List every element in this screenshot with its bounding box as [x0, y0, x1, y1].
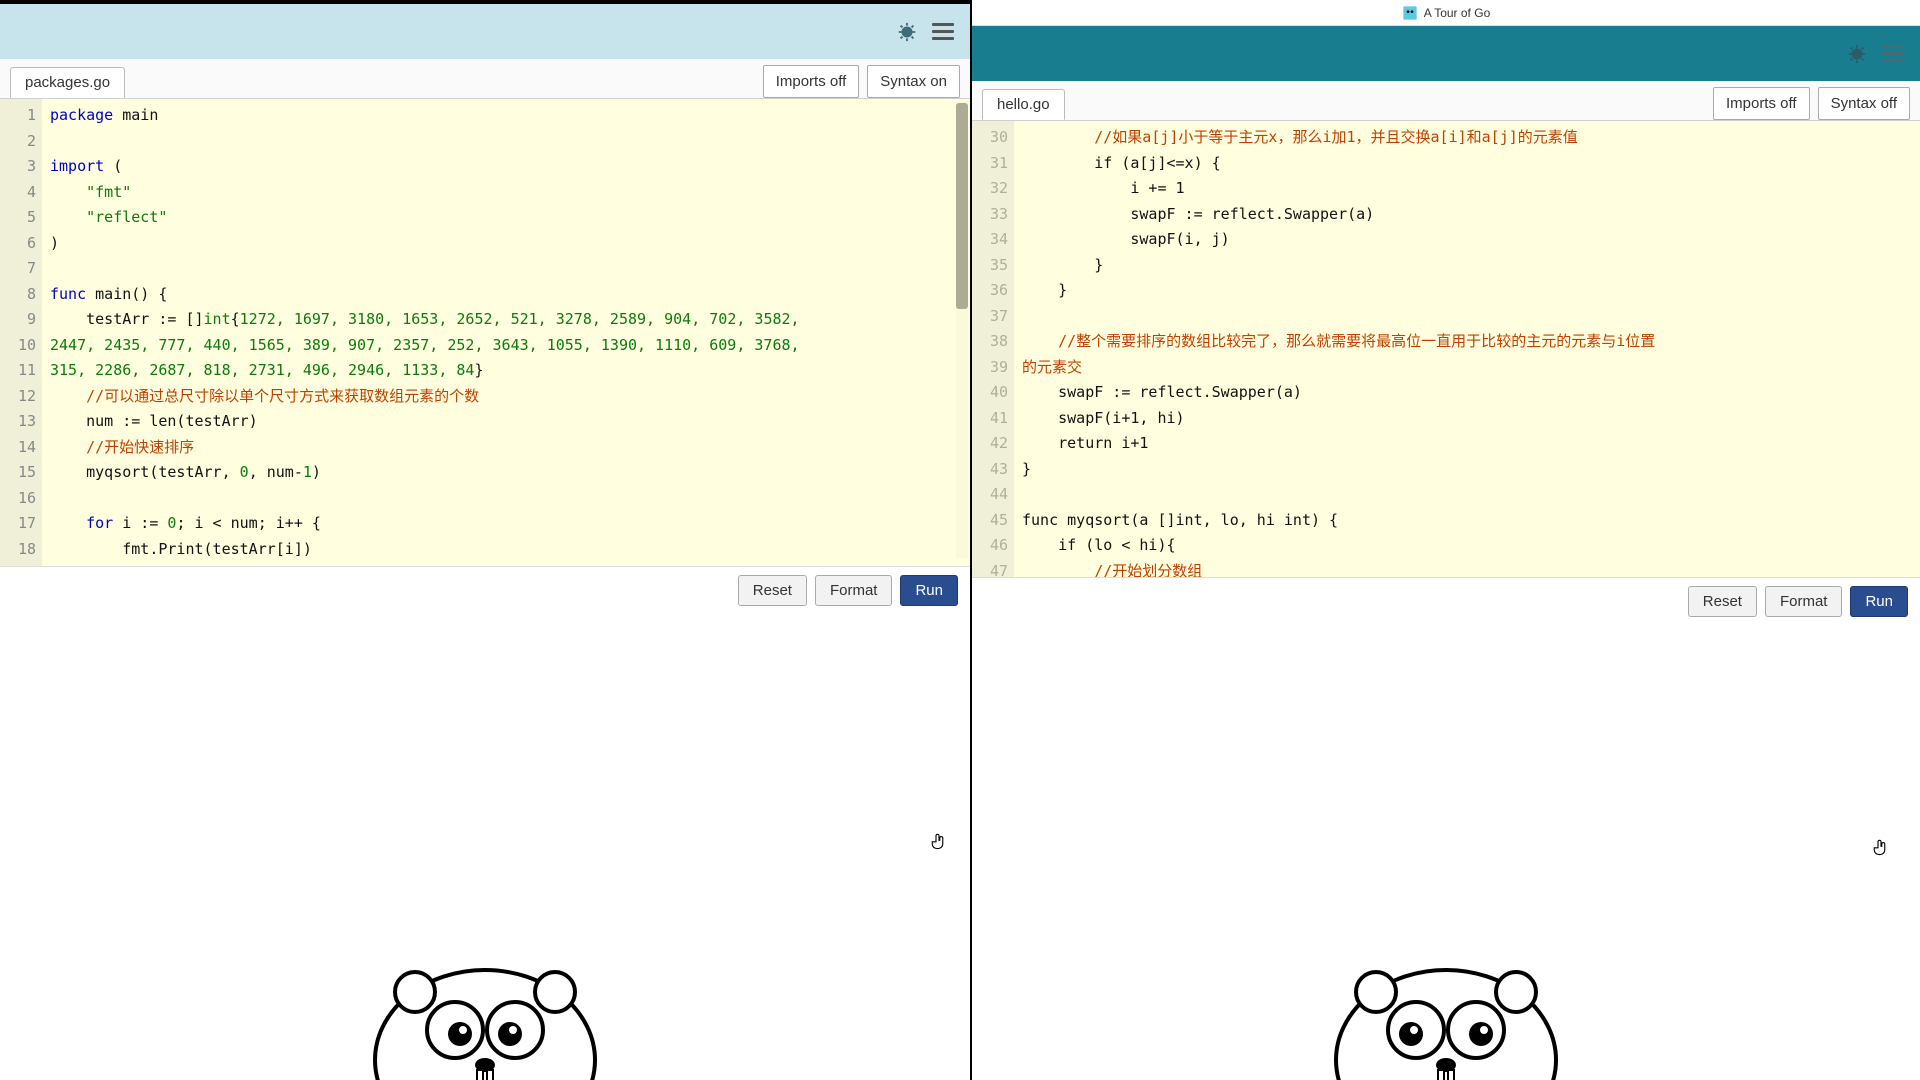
code-content[interactable]: //如果a[j]小于等于主元x，那么i加1，并且交换a[i]和a[j]的元素值 … [1014, 121, 1920, 577]
gopher-mascot [972, 900, 1920, 1080]
format-button[interactable]: Format [815, 575, 893, 606]
menu-icon[interactable] [1882, 45, 1904, 62]
code-editor-left[interactable]: 123456789101112131415161718192021222324 … [0, 99, 970, 566]
run-button[interactable]: Run [1850, 586, 1908, 617]
line-gutter: 3031323334353637383940414243444546474849… [972, 121, 1014, 577]
scrollbar[interactable] [956, 101, 968, 558]
file-tab[interactable]: hello.go [982, 89, 1065, 120]
bug-icon[interactable] [896, 21, 918, 43]
tab-bar-right: hello.go Imports off Syntax off [972, 81, 1920, 121]
run-button[interactable]: Run [900, 575, 958, 606]
menu-icon[interactable] [932, 23, 954, 40]
action-bar-left: Reset Format Run [0, 566, 970, 614]
favicon [1402, 5, 1418, 21]
output-panel-right [972, 625, 1920, 1080]
line-gutter: 123456789101112131415161718192021222324 [0, 99, 42, 566]
reset-button[interactable]: Reset [738, 575, 807, 606]
browser-tab[interactable]: A Tour of Go [972, 0, 1920, 26]
imports-toggle[interactable]: Imports off [1713, 87, 1810, 120]
format-button[interactable]: Format [1765, 586, 1843, 617]
header-right [972, 26, 1920, 81]
header-left [0, 4, 970, 59]
bug-icon[interactable] [1846, 43, 1868, 65]
code-content[interactable]: package main import ( "fmt" "reflect" ) … [42, 99, 970, 566]
tab-bar-left: packages.go Imports off Syntax on [0, 59, 970, 99]
browser-tab-title: A Tour of Go [1424, 6, 1491, 20]
output-panel-left [0, 614, 970, 1080]
reset-button[interactable]: Reset [1688, 586, 1757, 617]
syntax-toggle[interactable]: Syntax off [1818, 87, 1910, 120]
action-bar-right: Reset Format Run [972, 577, 1920, 625]
gopher-mascot [0, 900, 970, 1080]
syntax-toggle[interactable]: Syntax on [867, 65, 960, 98]
code-editor-right[interactable]: 3031323334353637383940414243444546474849… [972, 121, 1920, 577]
imports-toggle[interactable]: Imports off [763, 65, 860, 98]
file-tab[interactable]: packages.go [10, 67, 125, 98]
